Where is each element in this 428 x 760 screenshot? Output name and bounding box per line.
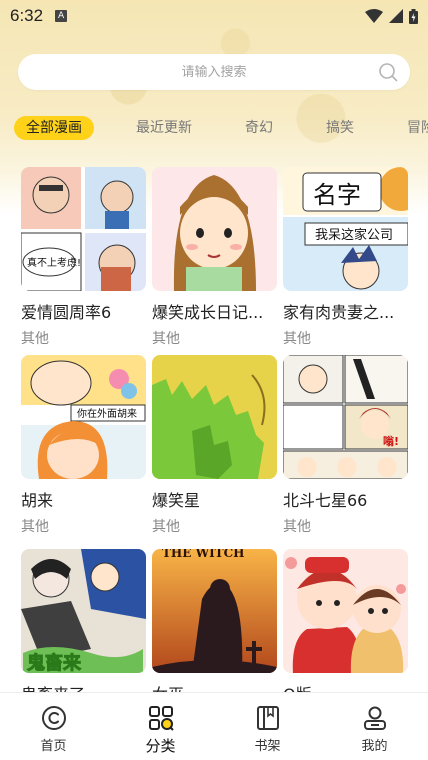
category-icon[interactable]: [148, 705, 174, 731]
nav-profile-label: 我的: [361, 739, 388, 754]
tab-adventure[interactable]: 冒险: [407, 116, 428, 140]
profile-icon[interactable]: [362, 705, 388, 731]
comic-card[interactable]: 真不上考虑! 爱情圆周率6 其他: [21, 167, 146, 348]
nav-category[interactable]: 分类: [107, 693, 214, 760]
svg-text:真不上考虑!: 真不上考虑!: [27, 256, 81, 269]
tab-fantasy[interactable]: 奇幻: [245, 116, 273, 140]
nav-bookshelf[interactable]: 书架: [214, 693, 321, 760]
comic-title: 爆笑成长日记...: [152, 303, 264, 322]
tab-all-comics[interactable]: 全部漫画: [14, 116, 94, 140]
svg-text:嗡!: 嗡!: [383, 434, 399, 448]
comic-card[interactable]: 爆笑成长日记... 其他: [152, 167, 277, 348]
nav-home[interactable]: 首页: [0, 693, 107, 760]
comic-cover[interactable]: THE WITCH: [152, 549, 277, 673]
home-icon[interactable]: [41, 705, 67, 731]
status-icons: [365, 8, 418, 24]
comic-card[interactable]: 名字 我呆这家公司 家有肉贵妻之... 其他: [283, 167, 408, 348]
search-input[interactable]: [64, 64, 364, 80]
svg-text:我呆这家公司: 我呆这家公司: [315, 227, 393, 243]
battery-icon: [409, 8, 418, 24]
comic-title: 北斗七星66: [283, 491, 368, 510]
nav-category-label: 分类: [145, 737, 176, 755]
comic-title: 家有肉贵妻之...: [283, 303, 395, 322]
signal-icon: [389, 9, 403, 23]
bottom-navigation: 首页 分类 书架 我的: [0, 692, 428, 760]
comic-cover[interactable]: [152, 167, 277, 291]
comic-category: 其他: [283, 331, 311, 347]
comic-title: 爆笑星: [152, 491, 201, 510]
comic-category: 其他: [152, 331, 180, 347]
search-icon[interactable]: [378, 62, 398, 82]
notification-icon: A: [55, 10, 68, 22]
comic-card[interactable]: 爆笑星 其他: [152, 355, 277, 536]
tab-comedy[interactable]: 搞笑: [326, 116, 354, 140]
wifi-icon: [365, 9, 383, 23]
search-bar[interactable]: [18, 54, 410, 90]
comic-card[interactable]: 嗡! 北斗七星66 其他: [283, 355, 408, 536]
comic-cover[interactable]: 名字 我呆这家公司: [283, 167, 408, 291]
comic-cover[interactable]: 鬼畜来: [21, 549, 146, 673]
svg-text:鬼畜来: 鬼畜来: [27, 652, 82, 673]
nav-home-label: 首页: [40, 739, 67, 754]
comic-cover[interactable]: 你在外面胡来: [21, 355, 146, 479]
svg-text:THE WITCH: THE WITCH: [162, 549, 245, 560]
comic-cover[interactable]: [152, 355, 277, 479]
svg-text:名字: 名字: [313, 181, 361, 209]
comic-cover[interactable]: [283, 549, 408, 673]
bookshelf-icon[interactable]: [255, 705, 281, 731]
comic-title: 爱情圆周率6: [21, 303, 112, 322]
svg-text:你在外面胡来: 你在外面胡来: [77, 407, 137, 420]
comic-category: 其他: [283, 519, 311, 535]
status-bar: 6:32 A: [0, 0, 428, 32]
comic-cover[interactable]: 嗡!: [283, 355, 408, 479]
nav-profile[interactable]: 我的: [321, 693, 428, 760]
nav-bookshelf-label: 书架: [254, 739, 281, 754]
comic-cover[interactable]: 真不上考虑!: [21, 167, 146, 291]
category-tabs: 全部漫画 最近更新 奇幻 搞笑 冒险: [0, 116, 428, 142]
status-time: 6:32: [10, 6, 44, 25]
comic-card[interactable]: 你在外面胡来 胡来 其他: [21, 355, 146, 536]
comic-title: 胡来: [21, 491, 54, 510]
tab-recent-updates[interactable]: 最近更新: [136, 116, 192, 140]
comic-category: 其他: [21, 331, 49, 347]
comic-category: 其他: [152, 519, 180, 535]
comic-category: 其他: [21, 519, 49, 535]
